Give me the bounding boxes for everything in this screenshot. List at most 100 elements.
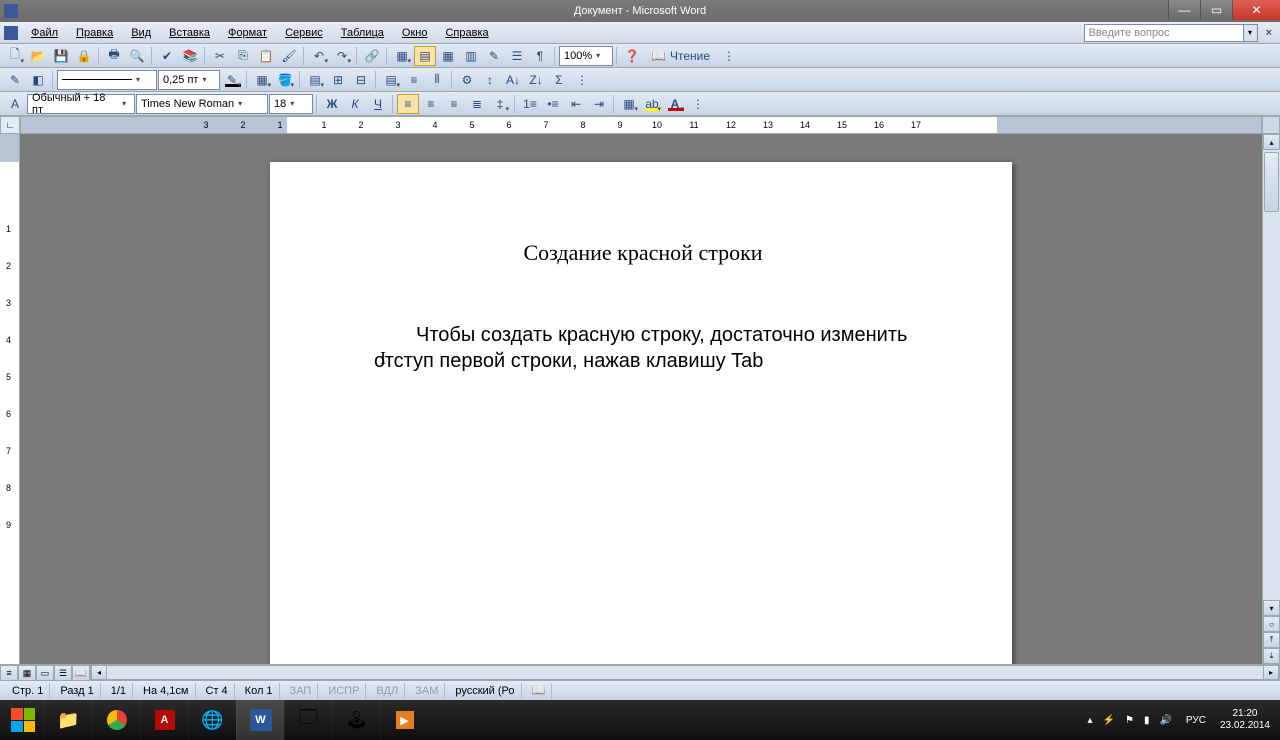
new-button[interactable]: 🗋 — [4, 46, 26, 66]
docmap-button[interactable]: ☰ — [506, 46, 528, 66]
start-button[interactable] — [2, 700, 44, 740]
status-spell-icon[interactable]: 📖 — [526, 683, 553, 699]
prev-page-button[interactable]: ⤒ — [1263, 632, 1280, 648]
copy-button[interactable]: ⎘ — [232, 46, 254, 66]
scroll-down-button[interactable]: ▾ — [1263, 600, 1280, 616]
scroll-thumb[interactable] — [1264, 152, 1279, 212]
status-page[interactable]: Стр. 1 — [6, 683, 50, 699]
toolbar3-options-button[interactable]: ⋮ — [687, 94, 709, 114]
hscroll-left-button[interactable]: ◂ — [91, 666, 107, 679]
status-trk[interactable]: ИСПР — [322, 683, 366, 699]
web-view-button[interactable]: ▦ — [18, 665, 36, 681]
task-app1[interactable]: 🗔 — [284, 700, 332, 740]
autosum-button[interactable]: Σ — [548, 70, 570, 90]
draw-table-button[interactable]: ✎ — [4, 70, 26, 90]
drawing-button[interactable]: ✎ — [483, 46, 505, 66]
status-rec[interactable]: ЗАП — [284, 683, 319, 699]
menu-format[interactable]: Формат — [219, 24, 276, 42]
line-style-combo[interactable]: ▾ — [57, 70, 157, 90]
document-body[interactable]: Чтобы создать красную строку, достаточно… — [374, 322, 912, 374]
eraser-button[interactable]: ◧ — [27, 70, 49, 90]
tray-language[interactable]: РУС — [1182, 713, 1210, 728]
document-page[interactable]: Создание красной строки Чтобы создать кр… — [270, 162, 1012, 664]
cut-button[interactable]: ✂ — [209, 46, 231, 66]
numbering-button[interactable]: 1≡ — [519, 94, 541, 114]
tables-borders-button[interactable]: ▦ — [391, 46, 413, 66]
menu-help[interactable]: Справка — [436, 24, 497, 42]
sort-asc-button[interactable]: A↓ — [502, 70, 524, 90]
columns-button[interactable]: ▥ — [460, 46, 482, 66]
help-search-box[interactable]: Введите вопрос — [1084, 24, 1244, 42]
menu-edit[interactable]: Правка — [67, 24, 122, 42]
font-combo[interactable]: Times New Roman▾ — [136, 94, 268, 114]
task-media[interactable]: ▶ — [380, 700, 428, 740]
align-button[interactable]: ▤ — [380, 70, 402, 90]
align-left-button[interactable]: ≡ — [397, 94, 419, 114]
format-painter-button[interactable]: 🖌 — [278, 46, 300, 66]
menu-insert[interactable]: Вставка — [160, 24, 219, 42]
decrease-indent-button[interactable]: ⇤ — [565, 94, 587, 114]
status-language[interactable]: русский (Ро — [449, 683, 521, 699]
permission-button[interactable]: 🔒 — [73, 46, 95, 66]
task-chrome[interactable] — [92, 700, 140, 740]
task-adobe[interactable]: A — [140, 700, 188, 740]
highlight-button[interactable]: ab — [641, 94, 663, 114]
menu-window[interactable]: Окно — [393, 24, 437, 42]
research-button[interactable]: 📚 — [179, 46, 201, 66]
scroll-track[interactable] — [1263, 150, 1280, 600]
align-center-button[interactable]: ≡ — [420, 94, 442, 114]
scroll-up-button[interactable]: ▴ — [1263, 134, 1280, 150]
tray-network-icon[interactable]: ▮ — [1144, 715, 1150, 726]
task-browser[interactable]: 🌐 — [188, 700, 236, 740]
styles-pane-button[interactable]: A — [4, 94, 26, 114]
menu-view[interactable]: Вид — [122, 24, 160, 42]
undo-button[interactable]: ↶ — [308, 46, 330, 66]
tray-up-icon[interactable]: ▴ — [1087, 715, 1092, 726]
hscroll-right-button[interactable]: ▸ — [1263, 666, 1279, 679]
tab-selector[interactable]: ∟ — [0, 116, 20, 134]
minimize-button[interactable]: — — [1168, 0, 1200, 20]
zoom-combo[interactable]: 100%▾ — [559, 46, 613, 66]
menu-file[interactable]: Файл — [22, 24, 67, 42]
task-word[interactable]: W — [236, 700, 284, 740]
task-app2[interactable]: 🕹 — [332, 700, 380, 740]
increase-indent-button[interactable]: ⇥ — [588, 94, 610, 114]
menu-tools[interactable]: Сервис — [276, 24, 332, 42]
status-pages[interactable]: 1/1 — [105, 683, 133, 699]
sort-desc-button[interactable]: Z↓ — [525, 70, 547, 90]
horizontal-ruler[interactable]: 3211234567891011121314151617 — [20, 116, 1262, 134]
vertical-scrollbar[interactable]: ▴ ▾ ○ ⤒ ⤓ — [1262, 134, 1280, 664]
tray-volume-icon[interactable]: 🔊 — [1159, 715, 1171, 726]
status-ovr[interactable]: ЗАМ — [409, 683, 445, 699]
spelling-button[interactable]: ✔ — [156, 46, 178, 66]
excel-button[interactable]: ▦ — [437, 46, 459, 66]
document-title[interactable]: Создание красной строки — [374, 240, 912, 266]
size-combo[interactable]: 18▾ — [269, 94, 313, 114]
reading-view-button[interactable]: 📖 — [72, 665, 90, 681]
page-area[interactable]: Создание красной строки Чтобы создать кр… — [20, 134, 1262, 664]
close-button[interactable]: ✕ — [1232, 0, 1280, 20]
merge-cells-button[interactable]: ⊞ — [327, 70, 349, 90]
redo-button[interactable]: ↷ — [331, 46, 353, 66]
browse-object-button[interactable]: ○ — [1263, 616, 1280, 632]
shading-button[interactable]: 🪣 — [274, 70, 296, 90]
save-button[interactable]: 💾 — [50, 46, 72, 66]
align-right-button[interactable]: ≡ — [443, 94, 465, 114]
reading-layout-button[interactable]: 📖 Чтение — [644, 46, 717, 66]
status-at[interactable]: На 4,1см — [137, 683, 195, 699]
tray-battery-icon[interactable]: ⚡ — [1103, 715, 1115, 726]
status-col[interactable]: Кол 1 — [239, 683, 280, 699]
hyperlink-button[interactable]: 🔗 — [361, 46, 383, 66]
normal-view-button[interactable]: ≡ — [0, 665, 18, 681]
underline-button[interactable]: Ч — [367, 94, 389, 114]
style-combo[interactable]: Обычный + 18 пт▾ — [27, 94, 135, 114]
outline-view-button[interactable]: ☰ — [54, 665, 72, 681]
line-spacing-button[interactable]: ‡ — [489, 94, 511, 114]
open-button[interactable]: 📂 — [27, 46, 49, 66]
help-button[interactable]: ❓ — [621, 46, 643, 66]
tray-clock[interactable]: 21:20 23.02.2014 — [1220, 708, 1270, 732]
task-explorer[interactable]: 📁 — [44, 700, 92, 740]
tray-action-icon[interactable]: ⚑ — [1125, 715, 1134, 726]
print-view-button[interactable]: ▭ — [36, 665, 54, 681]
autoformat-button[interactable]: ⚙ — [456, 70, 478, 90]
